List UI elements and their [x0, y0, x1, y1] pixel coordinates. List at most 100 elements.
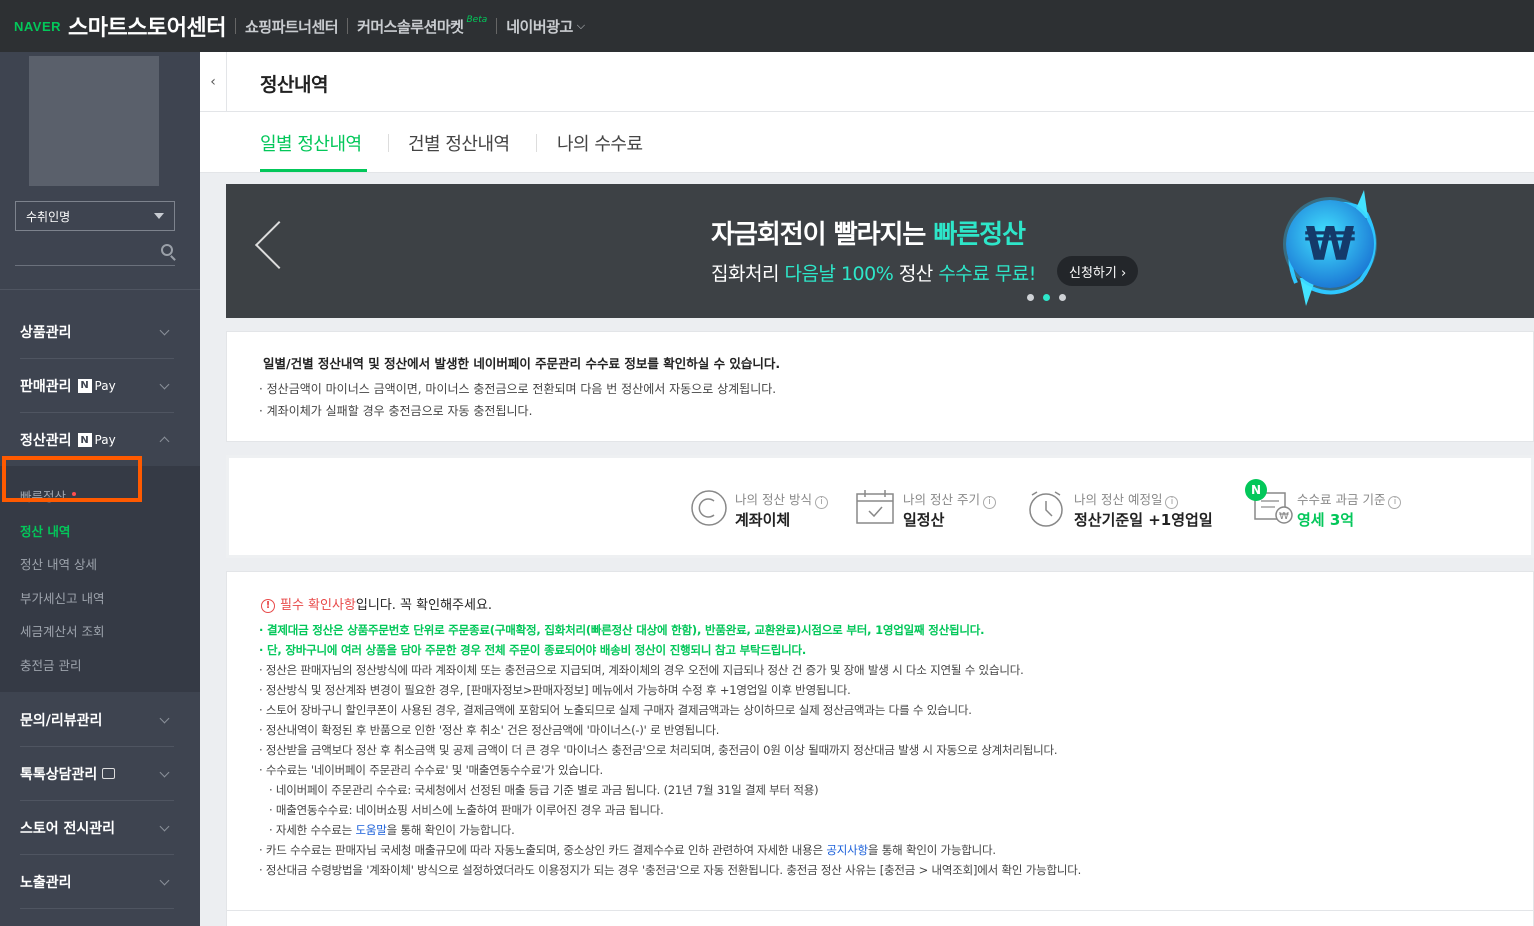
promo-banner[interactable]: 자금회전이 빨라지는 빠른정산 집화처리 다음날 100% 정산 수수료 무료!…: [226, 184, 1534, 318]
submenu-settlement-history[interactable]: 정산 내역: [20, 521, 70, 540]
banner-pagination: [1027, 294, 1066, 301]
label-text: 나의 정산 예정일: [1074, 492, 1163, 507]
naver-n-icon: N: [77, 378, 92, 393]
settlement-cycle: 나의 정산 주기 i 일정산: [855, 483, 1020, 533]
sidebar-item-inquiry-review[interactable]: 문의/리뷰관리: [20, 693, 174, 747]
chevron-down-icon: [159, 325, 170, 336]
settlement-method: 나의 정산 방식 i 계좌이체: [690, 483, 850, 533]
smartstore-center-title[interactable]: 스마트스토어센터: [68, 10, 226, 42]
caret-down-icon: [154, 213, 164, 219]
notice-link[interactable]: 공지사항: [826, 843, 868, 857]
tab-separator: [388, 134, 389, 152]
notice-text: · 카드 수수료는 판매자님 국세청 매출규모에 따라 자동노출되며, 중소상인…: [259, 843, 827, 857]
banner-title-text: 자금회전이 빨라지는: [711, 220, 934, 250]
banner-prev-arrow-icon[interactable]: [254, 220, 304, 270]
label-text: 수수료 과금 기준: [1297, 492, 1386, 507]
top-separator: [234, 18, 236, 34]
sidebar-collapse-button[interactable]: ‹: [200, 52, 227, 112]
main-content: ‹ 정산내역 일별 정산내역 건별 정산내역 나의 수수료 자금회전이 빨라지는…: [200, 52, 1534, 926]
tab-bar: 일별 정산내역 건별 정산내역 나의 수수료: [200, 112, 1534, 173]
sidebar-item-label: 스토어 전시관리: [20, 820, 116, 837]
info-icon[interactable]: i: [1165, 496, 1179, 509]
notice-line: · 정산은 판매자님의 정산방식에 따라 계좌이체 또는 충전금으로 지급되며,…: [259, 663, 1024, 677]
won-coin-icon: ₩: [1286, 200, 1374, 288]
npay-badge-text: Pay: [94, 433, 116, 447]
sidebar-item-store-display[interactable]: 스토어 전시관리: [20, 801, 174, 855]
top-separator: [347, 18, 349, 34]
info-icon[interactable]: i: [982, 496, 996, 509]
naver-n-icon: N: [77, 433, 92, 447]
settlement-date-label: 나의 정산 예정일 i: [1074, 489, 1179, 509]
beta-badge: Beta: [466, 15, 488, 25]
settlement-method-value: 계좌이체: [735, 511, 791, 529]
notice-line: · 스토어 장바구니 할인쿠폰이 사용된 경우, 결제금액에 포함되어 노출되므…: [259, 703, 972, 717]
notice-line-help: · 자세한 수수료는 도움말을 통해 확인이 가능합니다.: [269, 822, 515, 838]
notice-text: · 자세한 수수료는: [269, 823, 356, 837]
chevron-down-icon[interactable]: ⌵: [577, 19, 585, 33]
sidebar-item-label: 문의/리뷰관리: [20, 712, 103, 729]
sidebar-menu-top: 상품관리 판매관리 N Pay 정산관리 N Pay: [0, 305, 200, 467]
tab-per-item-settlement[interactable]: 건별 정산내역: [408, 130, 510, 156]
search-type-select[interactable]: 수취인명: [15, 201, 175, 231]
sidebar-item-label: 상품관리: [20, 324, 72, 341]
notice-line: · 정산받을 금액보다 정산 후 취소금액 및 공제 금액이 더 큰 경우 '마…: [259, 743, 1058, 757]
next-section-box: [226, 910, 1534, 926]
notice-line: · 단, 장바구니에 여러 상품을 담아 주문한 경우 전체 주문이 종료되어야…: [259, 643, 807, 657]
top-bar: NAVER 스마트스토어센터 쇼핑파트너센터 커머스솔루션마켓 Beta 네이버…: [0, 0, 1534, 52]
sidebar-item-exposure[interactable]: 노출관리: [20, 855, 174, 909]
naver-logo[interactable]: NAVER: [14, 19, 61, 34]
settlement-cycle-value: 일정산: [903, 511, 945, 529]
sidebar-item-sales[interactable]: 판매관리 N Pay: [20, 359, 174, 413]
banner-dot[interactable]: [1059, 294, 1066, 301]
npay-badge: N Pay: [77, 433, 116, 447]
npay-badge: N Pay: [77, 378, 116, 393]
info-box: 일별/건별 정산내역 및 정산에서 발생한 네이버페이 주문관리 수수료 정보를…: [226, 331, 1534, 442]
banner-subtitle: 집화처리 다음날 100% 정산 수수료 무료!: [711, 259, 1036, 286]
chevron-down-icon: [159, 875, 170, 886]
banner-dot[interactable]: [1027, 294, 1034, 301]
required-notice: ! 필수 확인사항입니다. 꼭 확인해주세요. · 결제대금 정산은 상품주문번호…: [226, 571, 1534, 911]
bank-transfer-icon: [691, 490, 727, 526]
label-text: 나의 정산 방식: [735, 492, 812, 507]
won-symbol-text: ₩: [1279, 511, 1289, 522]
naver-ads-link[interactable]: 네이버광고: [506, 16, 573, 37]
sidebar-item-talktalk[interactable]: 톡톡상담관리: [20, 747, 174, 801]
tab-my-fees[interactable]: 나의 수수료: [557, 130, 643, 156]
info-icon[interactable]: i: [1388, 496, 1402, 509]
shopping-partner-center-link[interactable]: 쇼핑파트너센터: [245, 16, 339, 37]
search-type-value: 수취인명: [26, 210, 71, 224]
settlement-cycle-label: 나의 정산 주기 i: [903, 489, 996, 509]
notice-line: · 정산내역이 확정된 후 반품으로 인한 '정산 후 취소' 건은 정산금액에…: [259, 723, 720, 737]
chevron-left-icon: ‹: [210, 74, 216, 90]
submenu-charge-management[interactable]: 충전금 관리: [20, 655, 81, 674]
search-icon[interactable]: [161, 244, 173, 256]
page-title: 정산내역: [260, 74, 328, 96]
banner-apply-button[interactable]: 신청하기 ›: [1057, 256, 1139, 286]
top-separator: [496, 18, 498, 34]
notice-text: 을 통해 확인이 가능합니다.: [386, 823, 515, 837]
submenu-settlement-detail[interactable]: 정산 내역 상세: [20, 554, 97, 573]
info-line: · 계좌이체가 실패할 경우 충전금으로 자동 충전됩니다.: [259, 404, 533, 418]
store-profile-image[interactable]: [29, 56, 159, 186]
sidebar-item-product[interactable]: 상품관리: [20, 305, 174, 359]
notice-line: · 네이버페이 주문관리 수수료: 국세청에서 선정된 매출 등급 기준 별로 …: [269, 783, 819, 797]
info-heading: 일별/건별 정산내역 및 정산에서 발생한 네이버페이 주문관리 수수료 정보를…: [263, 356, 781, 371]
submenu-tax-invoice[interactable]: 세금계산서 조회: [20, 621, 104, 640]
settlement-summary: 나의 정산 방식 i 계좌이체 나의 정산 주기 i 일정산 나의 정산 예정일…: [226, 455, 1534, 558]
notice-line: · 매출연동수수료: 네이버쇼핑 서비스에 노출하여 판매가 이루어진 경우 과…: [269, 803, 664, 817]
banner-dot-active[interactable]: [1043, 294, 1050, 301]
notice-line: · 수수료는 '네이버페이 주문관리 수수료' 및 '매출연동수수료'가 있습니…: [259, 763, 603, 777]
banner-title-highlight: 빠른정산: [933, 220, 1026, 250]
notice-heading-rest: 입니다. 꼭 확인해주세요.: [355, 598, 493, 613]
commerce-solution-market-link[interactable]: 커머스솔루션마켓: [357, 16, 464, 37]
help-link[interactable]: 도움말: [355, 823, 386, 837]
info-icon[interactable]: i: [814, 496, 828, 509]
tab-daily-settlement[interactable]: 일별 정산내역: [260, 130, 362, 156]
info-line: · 정산금액이 마이너스 금액이면, 마이너스 충전금으로 전환되며 다음 번 …: [259, 382, 777, 396]
notice-text: 을 통해 확인이 가능합니다.: [867, 843, 996, 857]
submenu-vat-report[interactable]: 부가세신고 내역: [20, 588, 104, 607]
chevron-down-icon: [159, 821, 170, 832]
notice-line: · 정산방식 및 정산계좌 변경이 필요한 경우, [판매자정보>판매자정보] …: [259, 683, 851, 697]
sidebar-search-input[interactable]: [15, 240, 175, 266]
sidebar-item-label: 판매관리: [20, 378, 72, 395]
